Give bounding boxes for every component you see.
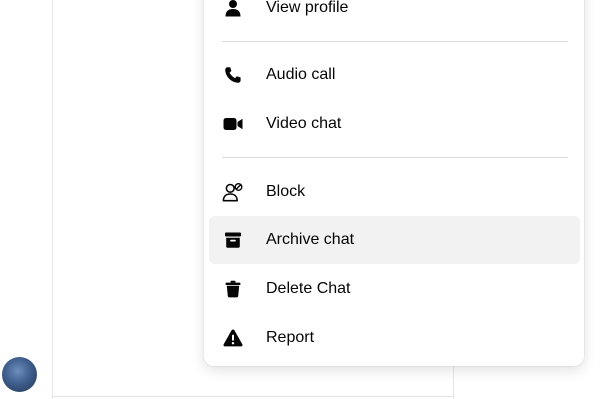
menu-item-label: View profile: [266, 0, 349, 16]
menu-item-video-chat[interactable]: Video chat: [209, 100, 580, 148]
menu-item-archive-chat[interactable]: Archive chat: [209, 216, 580, 264]
menu-item-view-profile[interactable]: View profile: [209, 0, 580, 32]
video-camera-icon: [222, 113, 244, 135]
avatar[interactable]: [2, 357, 37, 392]
menu-item-label: Delete Chat: [266, 280, 351, 297]
block-user-icon: [222, 181, 244, 203]
archive-box-icon: [222, 229, 244, 251]
menu-item-block[interactable]: Block: [209, 168, 580, 216]
menu-item-report[interactable]: Report: [209, 314, 580, 362]
phone-icon: [222, 64, 244, 86]
trash-icon: [222, 278, 244, 300]
menu-item-label: Block: [266, 183, 306, 200]
menu-item-label: Audio call: [266, 66, 336, 83]
menu-item-label: Report: [266, 329, 315, 346]
menu-item-label: Archive chat: [266, 231, 355, 248]
left-rail: [0, 0, 53, 399]
warning-icon: [222, 327, 244, 349]
person-icon: [222, 0, 244, 19]
menu-item-audio-call[interactable]: Audio call: [209, 51, 580, 99]
menu-item-delete-chat[interactable]: Delete Chat: [209, 265, 580, 313]
conversation-options-menu: View profile Audio call Video chat Block…: [204, 0, 584, 366]
menu-divider: [222, 157, 568, 158]
menu-divider: [222, 41, 568, 42]
menu-item-label: Video chat: [266, 115, 342, 132]
chat-pane-bottom-border: [53, 396, 453, 397]
